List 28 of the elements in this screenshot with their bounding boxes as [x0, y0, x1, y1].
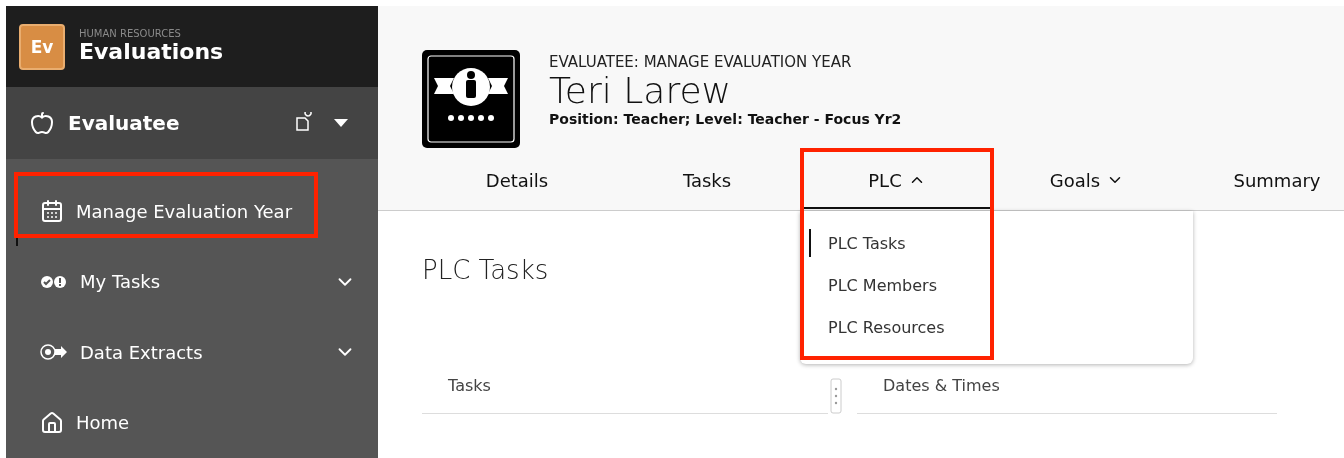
menu-item[interactable]: PLC Tasks [809, 229, 1193, 257]
app-logo: Ev [19, 23, 65, 70]
page-eyebrow: EVALUATEE: MANAGE EVALUATION YEAR [549, 53, 853, 71]
evaluatee-name: Teri Larew [549, 71, 732, 111]
sidebar-item[interactable]: Data Extracts [16, 316, 378, 388]
calendar-icon [40, 199, 64, 224]
tab[interactable]: Tasks [612, 153, 802, 209]
column-header: Dates & Times [857, 376, 1277, 414]
app-category: HUMAN RESOURCES [79, 28, 182, 40]
app-title: Evaluations [79, 39, 224, 66]
sidebar-item[interactable]: My Tasks [16, 246, 378, 317]
menu-item[interactable]: PLC Members [809, 271, 1193, 299]
menu-item[interactable]: PLC Resources [809, 313, 1193, 341]
tab[interactable]: Goals [992, 153, 1182, 209]
tab[interactable]: PLC [802, 153, 992, 209]
sidebar-item[interactable]: Manage Evaluation Year [16, 175, 378, 247]
home-icon [40, 410, 64, 435]
role-label: Evaluatee [68, 111, 181, 136]
tab[interactable]: Details [422, 153, 612, 209]
column-header: Tasks [422, 376, 828, 414]
check-alert-icon [40, 273, 68, 290]
tab[interactable]: Summary [1182, 153, 1344, 209]
caret-icon[interactable] [334, 119, 348, 128]
apple-icon [30, 111, 54, 136]
evaluatee-badge-icon [422, 50, 520, 148]
position-subtitle: Position: Teacher; Level: Teacher - Focus Yr2 [549, 111, 902, 127]
resize-handle-icon[interactable] [828, 375, 844, 415]
sidebar-item[interactable]: Home [16, 387, 378, 458]
